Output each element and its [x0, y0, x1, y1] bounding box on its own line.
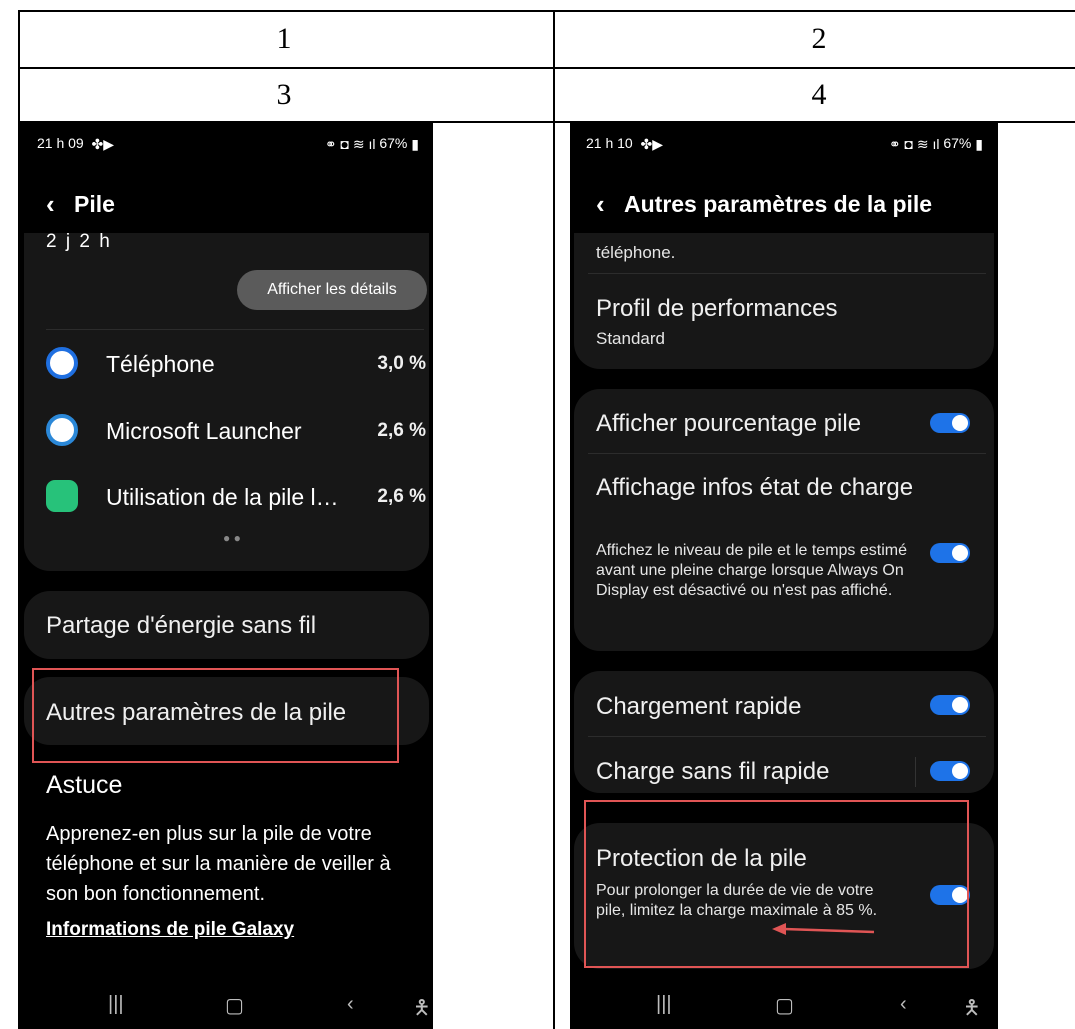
performance-profile-value: Standard: [596, 329, 665, 348]
battery-icon: ▮: [975, 135, 983, 152]
signal-icons: ⚭ ◘ ≋ ıl: [324, 135, 376, 152]
table-row-divider-1: [18, 67, 1075, 69]
card-divider: [588, 273, 986, 274]
table-header-1: 1: [276, 22, 292, 55]
status-time: 21 h 09: [37, 135, 84, 151]
recent-apps-icon[interactable]: |||: [656, 993, 672, 1016]
charge-info-description: Affichez le niveau de pile et le temps e…: [596, 542, 907, 599]
wireless-share-label: Partage d'énergie sans fil: [46, 612, 317, 639]
back-arrow-icon[interactable]: ‹: [596, 189, 624, 220]
show-percentage-label: Afficher pourcentage pile: [596, 410, 862, 437]
accessibility-icon[interactable]: 🯅: [963, 993, 981, 1027]
charge-info-label: Affichage infos état de charge: [596, 474, 914, 501]
navigation-bar: ||| ▢ ‹ 🯅: [570, 983, 998, 1029]
battery-usage-app-icon: [46, 480, 78, 512]
fast-charge-label: Chargement rapide: [596, 693, 802, 720]
fast-wireless-charge-label: Charge sans fil rapide: [596, 758, 830, 785]
remaining-time: 2 j 2 h: [46, 231, 112, 252]
highlight-box: [32, 668, 399, 763]
app-row-battery-usage[interactable]: Utilisation de la pile l… 2,6 %: [46, 478, 426, 522]
back-nav-icon[interactable]: ‹: [347, 993, 354, 1016]
fast-wireless-charge-toggle[interactable]: [930, 761, 970, 781]
app-percentage: 3,0 %: [377, 353, 426, 374]
app-percentage: 2,6 %: [377, 486, 426, 507]
app-name: Téléphone: [106, 351, 215, 377]
arrow-annotation-icon: [772, 923, 875, 935]
status-bar-time: 21 h 10 ✤▶: [586, 135, 663, 153]
charge-info-toggle[interactable]: [930, 543, 970, 563]
app-percentage: 2,6 %: [377, 420, 426, 441]
recent-apps-icon[interactable]: |||: [108, 993, 124, 1016]
app-row-telephone[interactable]: Téléphone 3,0 %: [46, 345, 426, 389]
page-title: Autres paramètres de la pile: [624, 191, 933, 217]
show-details-button[interactable]: Afficher les détails: [237, 270, 427, 310]
status-bar-time: 21 h 09 ✤▶: [37, 135, 114, 153]
app-row-launcher[interactable]: Microsoft Launcher 2,6 %: [46, 412, 426, 456]
status-bar-right: ⚭ ◘ ≋ ıl 67% ▮: [259, 135, 419, 153]
galaxy-battery-info-link[interactable]: Informations de pile Galaxy: [46, 919, 294, 941]
card-divider: [588, 736, 986, 737]
signal-icons: ⚭ ◘ ≋ ıl: [888, 135, 940, 152]
toggle-separator: [915, 757, 916, 787]
fast-charge-toggle[interactable]: [930, 695, 970, 715]
tip-text: Apprenez-en plus sur la pile de votre té…: [46, 823, 391, 905]
performance-profile-label[interactable]: Profil de performances: [596, 295, 837, 323]
partial-text: téléphone.: [596, 243, 676, 262]
highlight-box: [584, 800, 969, 968]
header-bar: ‹ Autres paramètres de la pile: [596, 189, 932, 220]
table-header-4: 4: [811, 78, 827, 111]
back-arrow-icon[interactable]: ‹: [46, 189, 74, 220]
table-border-top: [18, 10, 1075, 12]
battery-percent: 67%: [943, 135, 972, 151]
battery-icon: ▮: [411, 135, 419, 152]
navigation-bar: ||| ▢ ‹ 🯅: [20, 983, 433, 1029]
home-icon[interactable]: ▢: [225, 993, 244, 1018]
left-phone-screen: 21 h 09 ✤▶ ⚭ ◘ ≋ ıl 67% ▮ ‹ Pile 2 j 2 h…: [20, 123, 433, 1029]
accessibility-icon[interactable]: 🯅: [413, 993, 431, 1027]
show-percentage-toggle[interactable]: [930, 413, 970, 433]
status-bar-right: ⚭ ◘ ≋ ıl 67% ▮: [823, 135, 983, 153]
page-indicator-dots: ● ●: [223, 531, 241, 545]
phone-app-icon: [46, 347, 78, 379]
tip-title: Astuce: [46, 771, 123, 799]
app-name: Microsoft Launcher: [106, 418, 302, 444]
card-divider: [588, 453, 986, 454]
app-name: Utilisation de la pile l…: [106, 484, 339, 510]
right-phone-screen: 21 h 10 ✤▶ ⚭ ◘ ≋ ıl 67% ▮ ‹ Autres param…: [570, 123, 998, 1029]
header-bar: ‹ Pile: [46, 189, 115, 220]
table-header-3: 3: [276, 78, 292, 111]
battery-percent: 67%: [379, 135, 408, 151]
status-time: 21 h 10: [586, 135, 633, 151]
card-divider: [46, 329, 424, 330]
page-title: Pile: [74, 191, 115, 217]
home-icon[interactable]: ▢: [775, 993, 794, 1018]
back-nav-icon[interactable]: ‹: [900, 993, 907, 1016]
launcher-app-icon: [46, 414, 78, 446]
table-header-2: 2: [811, 22, 827, 55]
notification-icons: ✤▶: [636, 135, 663, 152]
table-column-divider: [553, 10, 555, 1029]
notification-icons: ✤▶: [87, 135, 114, 152]
